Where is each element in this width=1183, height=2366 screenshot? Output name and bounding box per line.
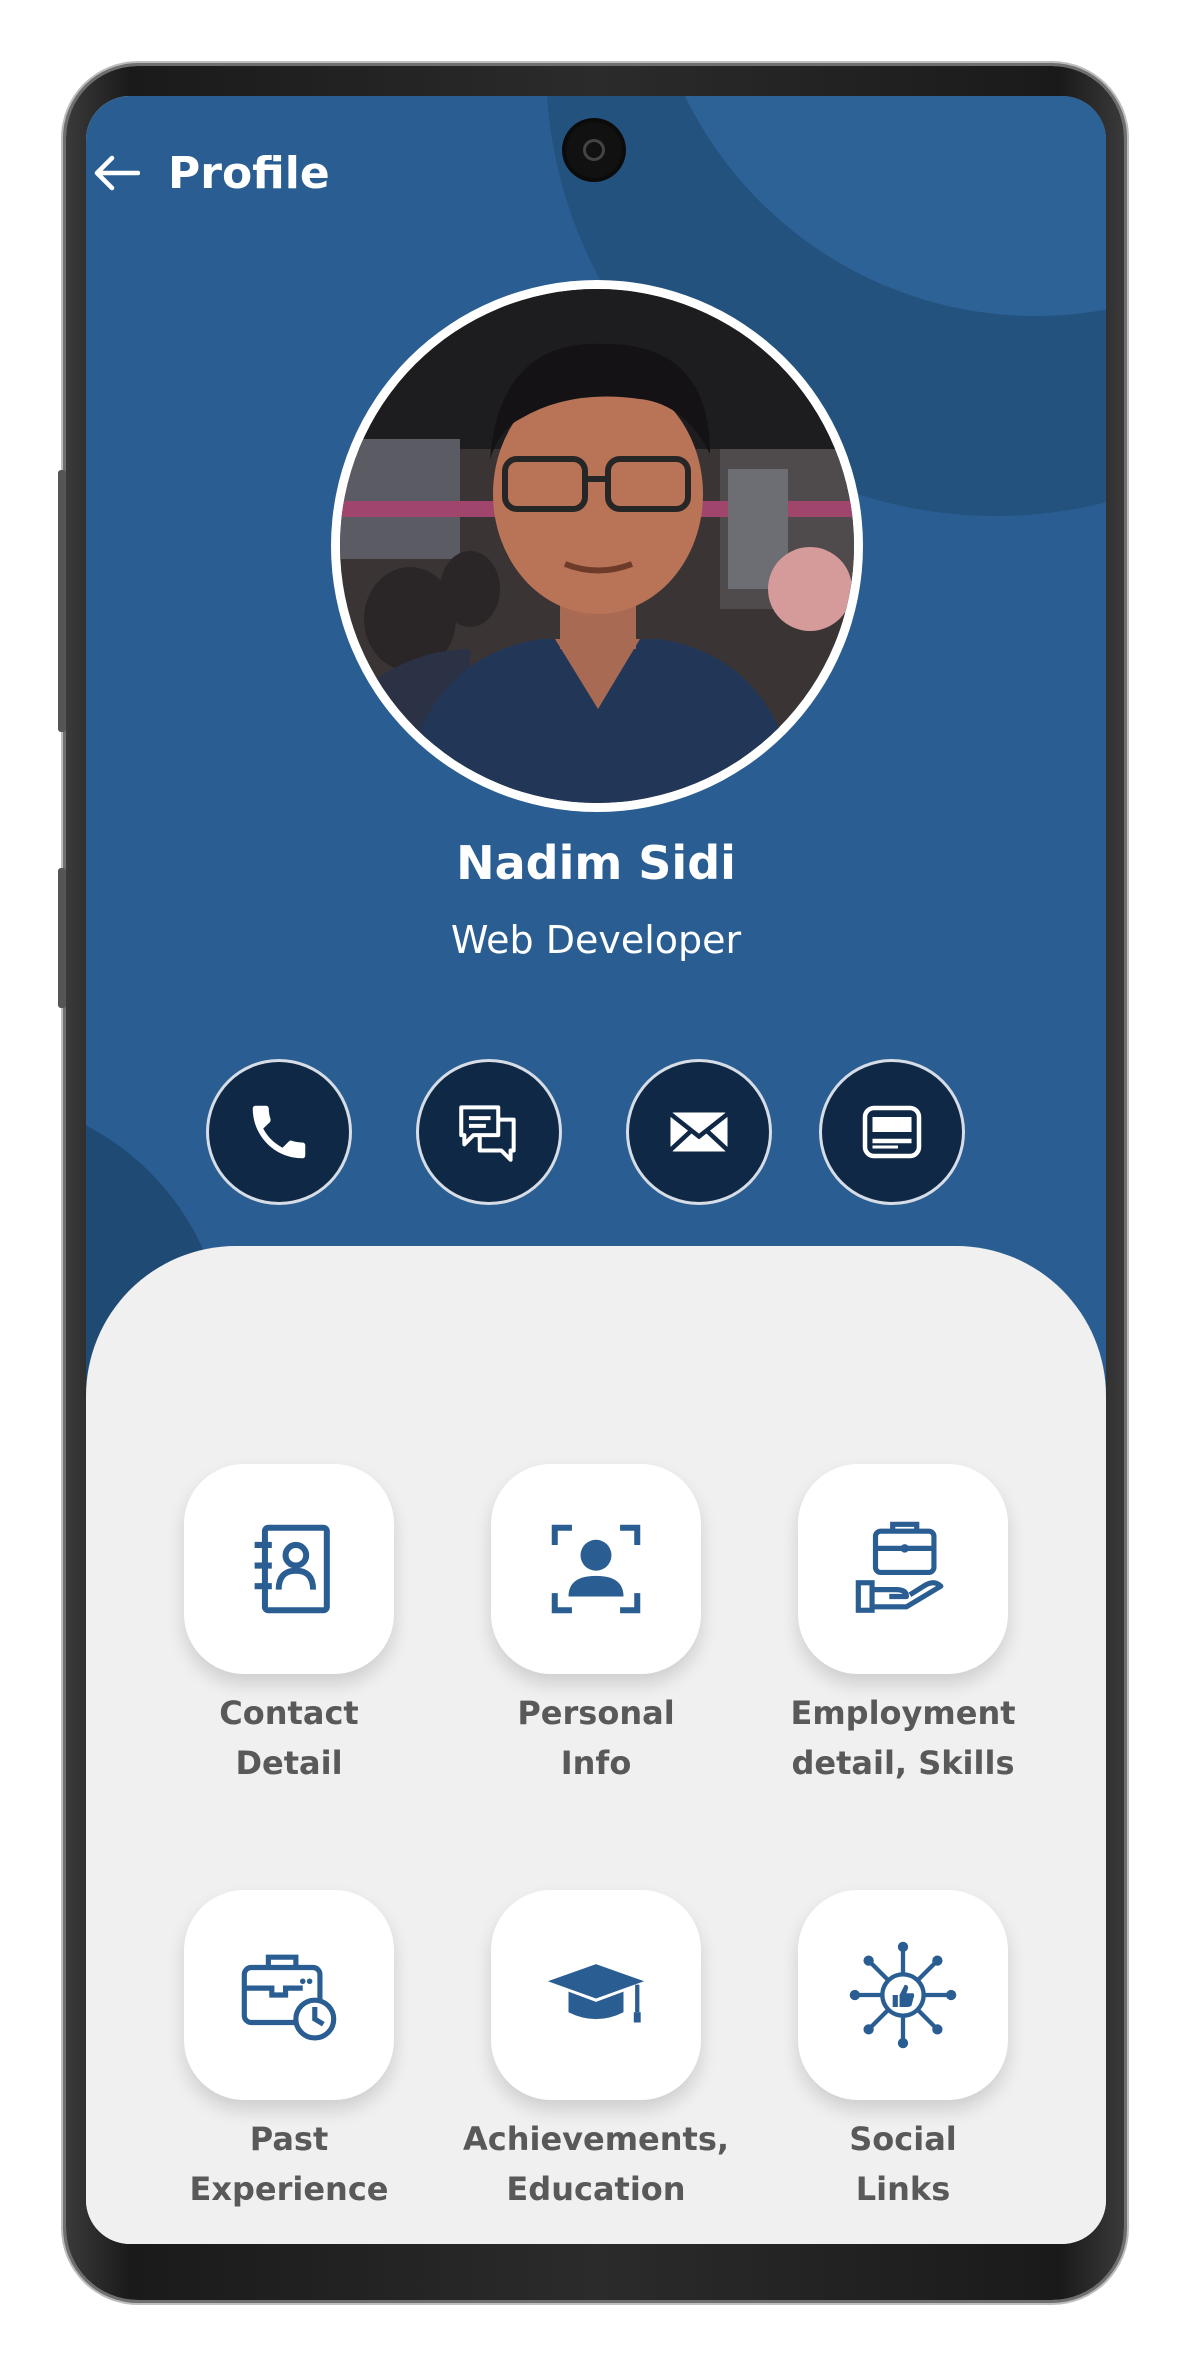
social-links-tile[interactable] [798,1890,1008,2100]
app-bar: Profile [86,138,330,208]
page-title: Profile [168,147,330,199]
chat-icon [459,1105,516,1162]
label-line: Links [855,2170,951,2208]
screen: Profile Nadim Sidi Web Developer Contact… [86,96,1106,2244]
label-line: Education [506,2170,686,2208]
past-experience-label: Past Experience [139,2114,439,2214]
network-like-icon [849,1941,957,2049]
arrow-left-icon [94,155,140,191]
contact-book-icon [254,1524,330,1614]
profile-role: Web Developer [450,918,742,962]
avatar-ring [331,280,863,812]
contact-detail-tile[interactable] [184,1464,394,1674]
card-icon [862,1105,922,1159]
message-button[interactable] [419,1062,559,1202]
profile-photo [340,289,854,803]
menu-panel: Contact Detail Personal Info Employment … [86,1246,1106,2244]
label-line: Achievements, [462,2120,730,2158]
user-frame-icon [551,1524,641,1614]
social-links-label: Social Links [753,2114,1053,2214]
call-button[interactable] [209,1062,349,1202]
label-line: Detail [235,1744,343,1782]
email-button[interactable] [629,1062,769,1202]
label-line: detail, Skills [791,1744,1015,1782]
past-experience-tile[interactable] [184,1890,394,2100]
briefcase-hand-icon [855,1521,944,1613]
personal-info-tile[interactable] [491,1464,701,1674]
back-button[interactable] [86,143,146,203]
contact-detail-label: Contact Detail [139,1688,439,1788]
avatar[interactable] [340,289,854,803]
card-button[interactable] [822,1062,962,1202]
front-camera [566,122,622,178]
personal-info-label: Personal Info [446,1688,746,1788]
label-line: Experience [189,2170,389,2208]
employment-label: Employment detail, Skills [753,1688,1053,1788]
mail-icon [668,1112,730,1152]
phone-icon [252,1105,306,1159]
education-label: Achievements, Education [446,2114,746,2214]
label-line: Info [560,1744,632,1782]
briefcase-clock-icon [241,1954,337,2041]
volume-button [58,470,66,732]
employment-tile[interactable] [798,1464,1008,1674]
label-line: Social [849,2120,957,2158]
power-button [58,868,66,1008]
label-line: Past [249,2120,329,2158]
profile-name: Nadim Sidi [456,836,736,890]
graduation-cap-icon [547,1964,645,2023]
label-line: Employment [790,1694,1016,1732]
label-line: Personal [517,1694,675,1732]
label-line: Contact [219,1694,359,1732]
education-tile[interactable] [491,1890,701,2100]
